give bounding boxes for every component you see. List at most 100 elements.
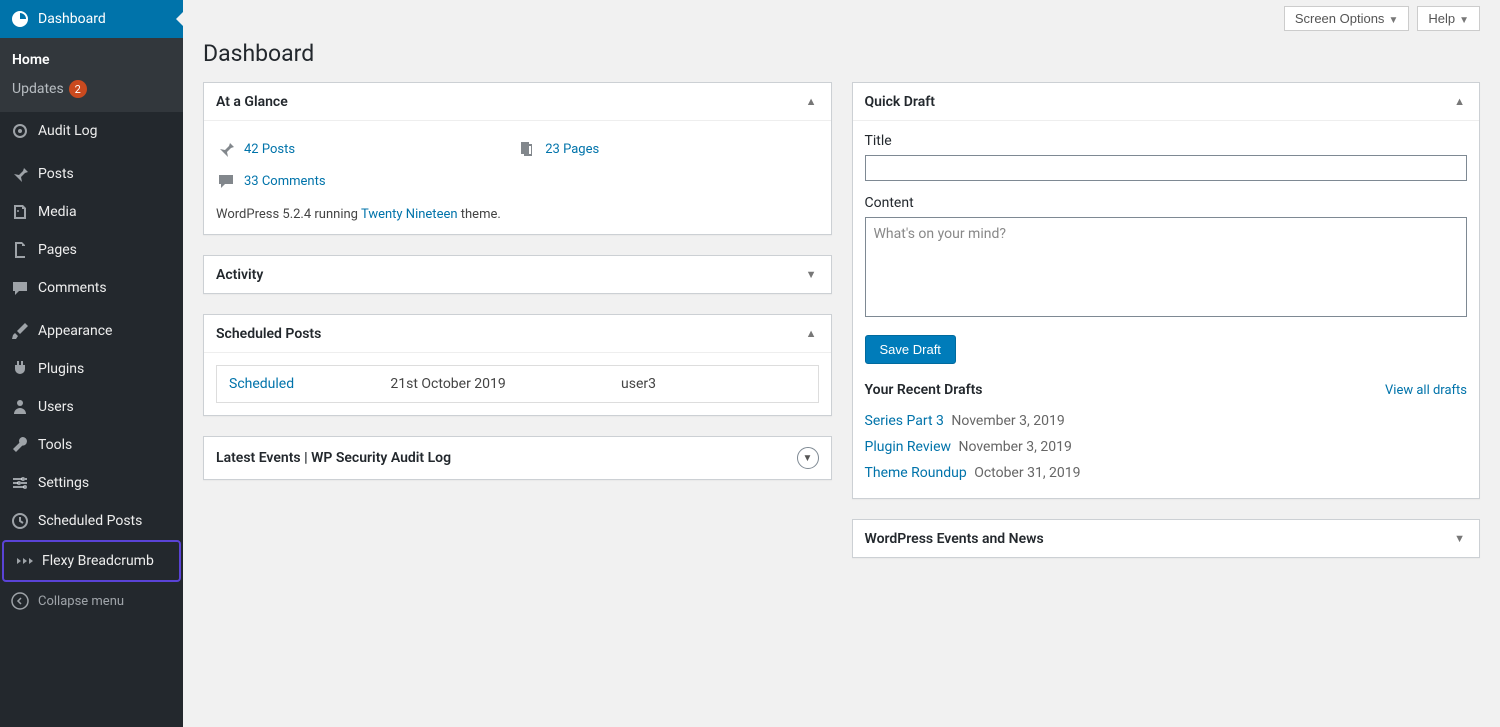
comment-icon: [10, 278, 30, 298]
help-button[interactable]: Help▼: [1417, 6, 1480, 31]
sidebar-subitem-updates[interactable]: Updates 2: [0, 74, 183, 104]
draft-date: November 3, 2019: [959, 439, 1072, 455]
quick-draft-title: Quick Draft: [865, 94, 935, 110]
dashboard-submenu: Home Updates 2: [0, 38, 183, 112]
circle-expand-button[interactable]: ▼: [797, 447, 819, 469]
brush-icon: [10, 321, 30, 341]
right-column: Quick Draft ▲ Title Content Save Draft Y…: [852, 82, 1481, 578]
sidebar-item-label: Appearance: [38, 323, 112, 339]
scheduled-user: user3: [621, 376, 806, 392]
content-label: Content: [865, 195, 1468, 211]
expand-panel-icon[interactable]: ▼: [804, 266, 819, 283]
sidebar-item-audit-log[interactable]: Audit Log: [0, 112, 183, 150]
quick-draft-box: Quick Draft ▲ Title Content Save Draft Y…: [852, 82, 1481, 499]
collapse-panel-icon[interactable]: ▲: [804, 93, 819, 110]
sidebar-item-label: Users: [38, 399, 74, 415]
expand-panel-icon[interactable]: ▼: [1452, 530, 1467, 547]
sidebar-item-dashboard[interactable]: Dashboard: [0, 0, 183, 38]
wp-version-line: WordPress 5.2.4 running Twenty Nineteen …: [216, 207, 819, 222]
scheduled-title: Scheduled Posts: [216, 326, 321, 342]
glance-posts: 42 Posts: [216, 133, 517, 165]
collapse-panel-icon[interactable]: ▲: [1452, 93, 1467, 110]
latest-events-title: Latest Events | WP Security Audit Log: [216, 450, 451, 466]
sidebar-item-label: Audit Log: [38, 123, 98, 139]
audit-log-icon: [10, 121, 30, 141]
sidebar-item-settings[interactable]: Settings: [0, 464, 183, 502]
at-a-glance-box: At a Glance ▲ 42 Posts: [203, 82, 832, 235]
left-column: At a Glance ▲ 42 Posts: [203, 82, 832, 578]
breadcrumb-icon: [14, 551, 34, 571]
top-bar: Screen Options▼ Help▼: [203, 0, 1480, 31]
theme-link[interactable]: Twenty Nineteen: [361, 207, 458, 222]
sidebar-item-posts[interactable]: Posts: [0, 155, 183, 193]
collapse-menu-button[interactable]: Collapse menu: [0, 582, 183, 620]
sidebar-item-label: Plugins: [38, 361, 84, 377]
sidebar-item-label: Flexy Breadcrumb: [42, 553, 154, 569]
updates-count-badge: 2: [69, 80, 87, 98]
sidebar-item-label: Settings: [38, 475, 89, 491]
list-item: Plugin Review November 3, 2019: [865, 434, 1468, 460]
sidebar-subitem-home[interactable]: Home: [0, 46, 183, 74]
view-all-drafts-link[interactable]: View all drafts: [1385, 383, 1467, 398]
scheduled-table: Scheduled 21st October 2019 user3: [216, 365, 819, 403]
collapse-panel-icon[interactable]: ▲: [804, 325, 819, 342]
scheduled-status-link[interactable]: Scheduled: [229, 376, 294, 392]
sidebar-item-label: Posts: [38, 166, 74, 182]
draft-date: October 31, 2019: [974, 465, 1080, 481]
sidebar-item-appearance[interactable]: Appearance: [0, 312, 183, 350]
main-content: Screen Options▼ Help▼ Dashboard At a Gla…: [183, 0, 1500, 727]
screen-options-button[interactable]: Screen Options▼: [1284, 6, 1410, 31]
draft-date: November 3, 2019: [951, 413, 1064, 429]
table-row: Scheduled 21st October 2019 user3: [217, 366, 818, 402]
sidebar-item-label: Pages: [38, 242, 77, 258]
draft-title-input[interactable]: [865, 155, 1468, 181]
user-icon: [10, 397, 30, 417]
sidebar-item-pages[interactable]: Pages: [0, 231, 183, 269]
sidebar-item-plugins[interactable]: Plugins: [0, 350, 183, 388]
draft-link[interactable]: Theme Roundup: [865, 465, 967, 481]
events-news-box: WordPress Events and News ▼: [852, 519, 1481, 558]
chevron-down-icon: ▼: [1388, 15, 1398, 26]
latest-events-box: Latest Events | WP Security Audit Log ▼: [203, 436, 832, 480]
draft-link[interactable]: Series Part 3: [865, 413, 944, 429]
sidebar-item-media[interactable]: Media: [0, 193, 183, 231]
page-icon: [10, 240, 30, 260]
comment-icon: [216, 171, 236, 191]
scheduled-posts-box: Scheduled Posts ▲ Scheduled 21st October…: [203, 314, 832, 416]
sidebar-item-flexy-breadcrumb[interactable]: Flexy Breadcrumb: [4, 542, 179, 580]
sidebar-item-users[interactable]: Users: [0, 388, 183, 426]
highlighted-menu-item: Flexy Breadcrumb: [2, 540, 181, 582]
list-item: Theme Roundup October 31, 2019: [865, 460, 1468, 486]
clock-icon: [10, 511, 30, 531]
sidebar-item-tools[interactable]: Tools: [0, 426, 183, 464]
plug-icon: [10, 359, 30, 379]
pages-icon: [517, 139, 537, 159]
sidebar-item-label: Dashboard: [38, 11, 106, 27]
page-title: Dashboard: [203, 31, 1480, 82]
wrench-icon: [10, 435, 30, 455]
sidebar-item-comments[interactable]: Comments: [0, 269, 183, 307]
posts-link[interactable]: 42 Posts: [244, 142, 295, 157]
events-news-title: WordPress Events and News: [865, 531, 1044, 547]
draft-link[interactable]: Plugin Review: [865, 439, 952, 455]
scheduled-date: 21st October 2019: [390, 376, 621, 392]
draft-content-textarea[interactable]: [865, 217, 1468, 317]
sidebar-item-label: Media: [38, 204, 77, 220]
sidebar-item-label: Scheduled Posts: [38, 513, 142, 529]
dashboard-icon: [10, 9, 30, 29]
pages-link[interactable]: 23 Pages: [545, 142, 599, 157]
media-icon: [10, 202, 30, 222]
collapse-icon: [10, 591, 30, 611]
save-draft-button[interactable]: Save Draft: [865, 335, 956, 364]
chevron-down-icon: ▼: [1459, 15, 1469, 26]
admin-sidebar: Dashboard Home Updates 2 Audit Log Posts…: [0, 0, 183, 727]
comments-link[interactable]: 33 Comments: [244, 174, 326, 189]
glance-pages: 23 Pages: [517, 133, 818, 165]
list-item: Series Part 3 November 3, 2019: [865, 408, 1468, 434]
glance-comments: 33 Comments: [216, 165, 517, 197]
sidebar-item-scheduled-posts[interactable]: Scheduled Posts: [0, 502, 183, 540]
sidebar-item-label: Tools: [38, 437, 72, 453]
pin-icon: [216, 139, 236, 159]
pin-icon: [10, 164, 30, 184]
recent-drafts-heading: Your Recent Drafts: [865, 382, 983, 398]
